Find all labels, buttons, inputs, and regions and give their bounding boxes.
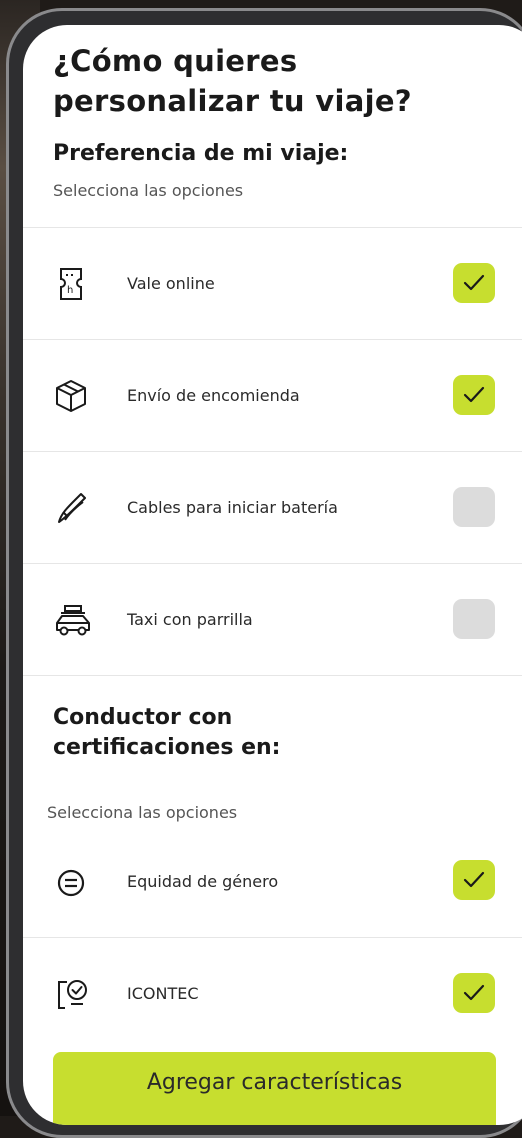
- page-title: ¿Cómo quieres personalizar tu viaje?: [53, 44, 412, 118]
- option-row-vale-online[interactable]: h Vale online: [23, 227, 522, 339]
- option-row-envio-encomienda[interactable]: Envío de encomienda: [23, 339, 522, 451]
- option-checkbox[interactable]: [453, 860, 495, 900]
- option-row-cables-bateria[interactable]: Cables para iniciar batería: [23, 451, 522, 563]
- option-label: Envío de encomienda: [127, 386, 300, 405]
- option-label: ICONTEC: [127, 984, 199, 1003]
- phone-frame: ¿Cómo quieres personalizar tu viaje? Pre…: [6, 8, 522, 1138]
- package-icon: [53, 378, 89, 414]
- check-icon: [463, 386, 485, 403]
- option-row-taxi-parrilla[interactable]: Taxi con parrilla: [23, 563, 522, 675]
- voucher-icon: h: [53, 266, 89, 302]
- option-label: Taxi con parrilla: [127, 610, 253, 629]
- section-divider: [23, 675, 522, 676]
- check-icon: [463, 871, 485, 888]
- preferences-section-title: Preferencia de mi viaje:: [53, 141, 349, 166]
- preferences-hint: Selecciona las opciones: [53, 181, 244, 200]
- certificate-icon: [53, 976, 89, 1012]
- option-checkbox[interactable]: [453, 599, 495, 639]
- certifications-hint: Selecciona las opciones: [47, 803, 238, 822]
- svg-text:h: h: [67, 285, 73, 296]
- option-row-equidad-genero[interactable]: Equidad de género: [23, 825, 522, 937]
- jumper-cables-icon: [53, 490, 89, 526]
- option-row-icontec[interactable]: ICONTEC: [23, 937, 522, 1049]
- option-label: Cables para iniciar batería: [127, 498, 338, 517]
- option-checkbox[interactable]: [453, 263, 495, 303]
- add-features-button[interactable]: Agregar características: [53, 1052, 496, 1125]
- car-roof-rack-icon: [53, 602, 90, 638]
- option-checkbox[interactable]: [453, 487, 495, 527]
- check-icon: [463, 984, 485, 1001]
- equality-icon: [53, 865, 89, 901]
- app-screen: ¿Cómo quieres personalizar tu viaje? Pre…: [23, 25, 522, 1125]
- option-label: Equidad de género: [127, 872, 279, 891]
- option-label: Vale online: [127, 274, 215, 293]
- check-icon: [463, 274, 485, 291]
- option-checkbox[interactable]: [453, 375, 495, 415]
- add-features-button-label: Agregar características: [146, 1070, 403, 1095]
- option-checkbox[interactable]: [453, 973, 495, 1013]
- certifications-section-title: Conductor con certificaciones en:: [53, 705, 281, 760]
